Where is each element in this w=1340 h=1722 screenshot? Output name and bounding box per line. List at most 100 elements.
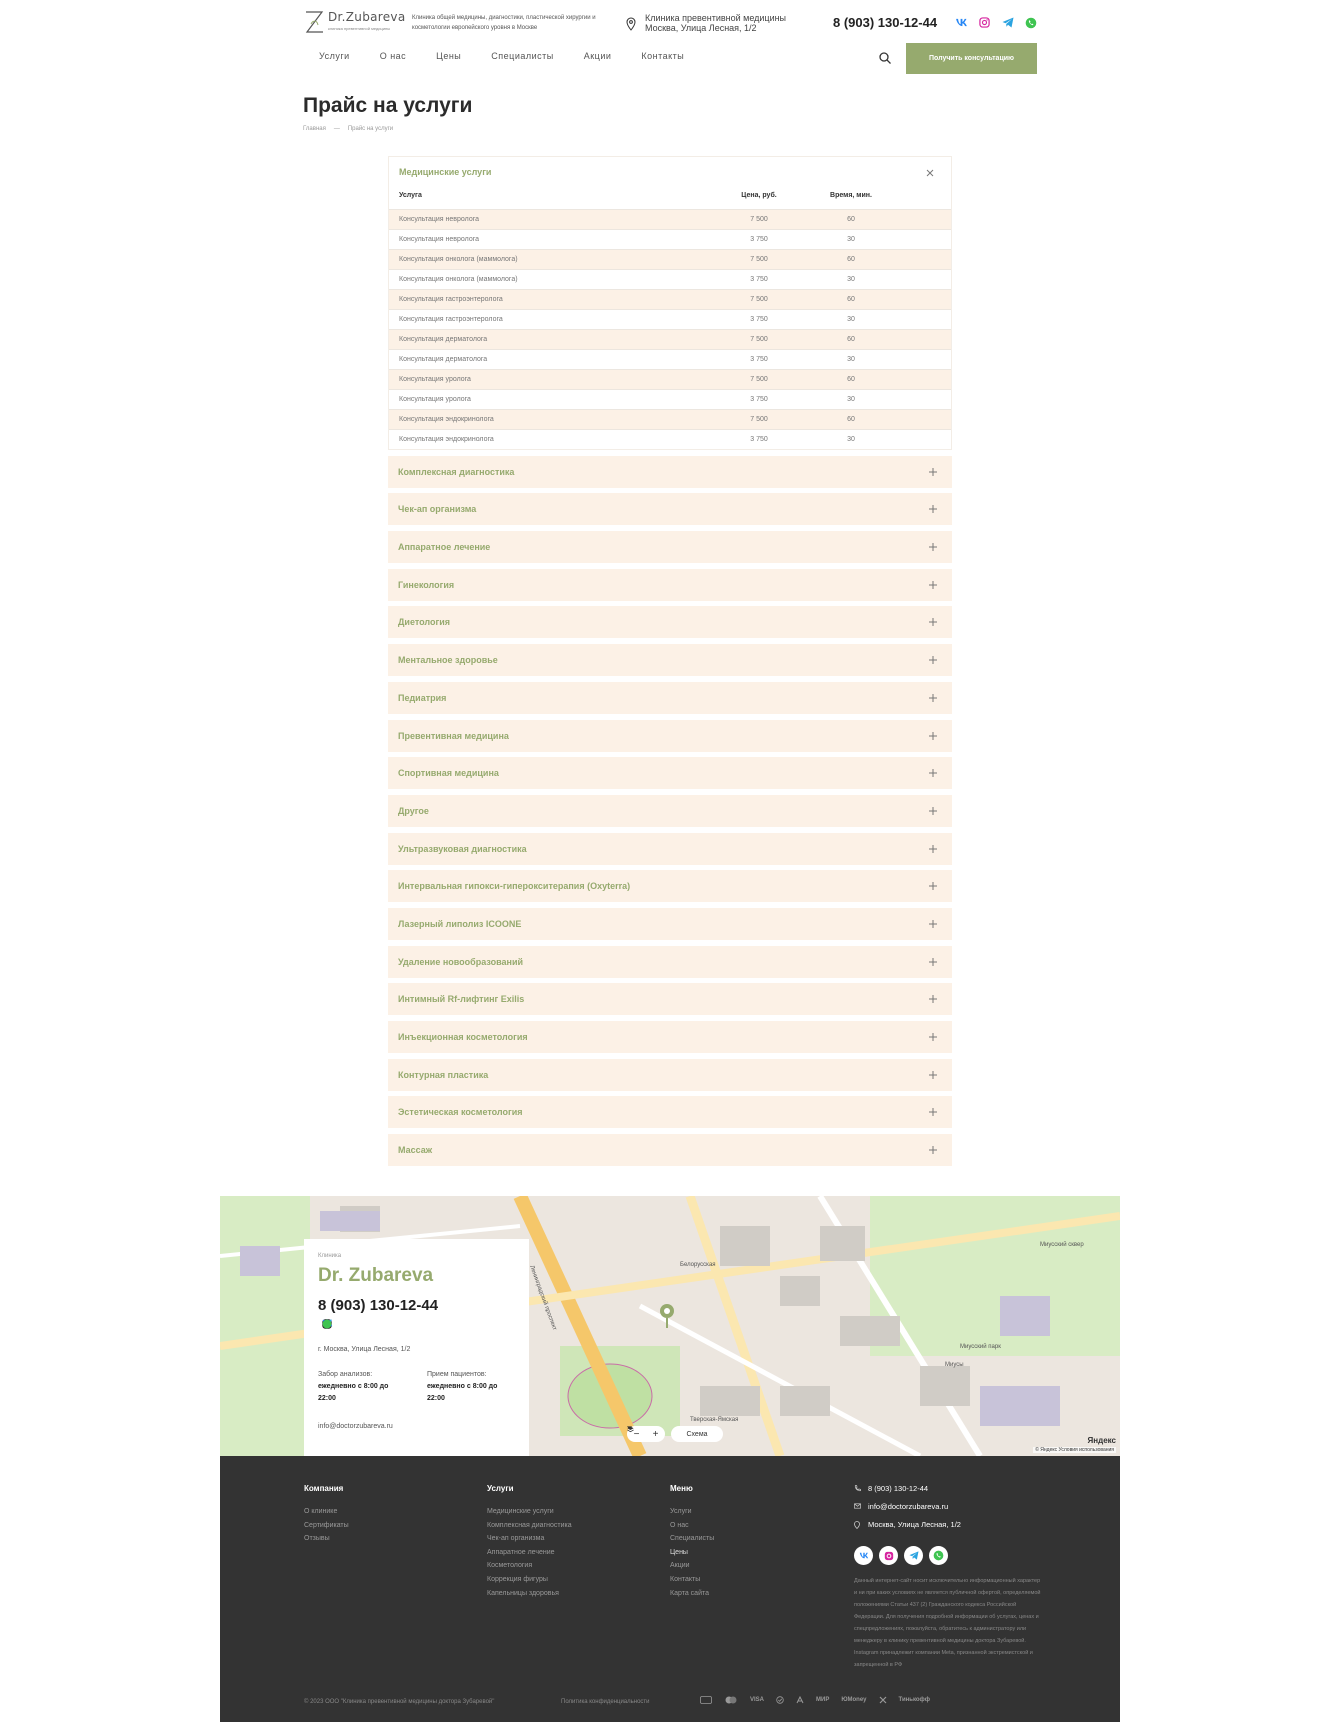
footer-phone-line[interactable]: 8 (903) 130-12-44 <box>854 1484 1044 1502</box>
accordion-section[interactable]: Лазерный липолиз ICOONE <box>388 907 952 940</box>
footer-link[interactable]: Медицинские услуги <box>487 1505 572 1519</box>
accordion-title: Эстетическая косметология <box>398 1107 523 1118</box>
accordion-section[interactable]: Массаж <box>388 1134 952 1167</box>
zoom-in-button[interactable]: + <box>653 1429 659 1440</box>
card-email[interactable]: info@doctorzubareva.ru <box>318 1423 393 1430</box>
plus-icon[interactable] <box>928 1032 938 1042</box>
plus-icon[interactable] <box>928 693 938 703</box>
vk-icon[interactable] <box>955 16 968 29</box>
privacy-policy-link[interactable]: Политика конфиденциальности <box>561 1699 650 1705</box>
footer-link[interactable]: Косметология <box>487 1559 572 1573</box>
accordion-section[interactable]: Другое <box>388 794 952 827</box>
footer-link[interactable]: Коррекция фигуры <box>487 1573 572 1587</box>
clinic-contact-card: Клиника Dr. Zubareva 8 (903) 130-12-44 г… <box>304 1239 529 1456</box>
plus-icon[interactable] <box>928 768 938 778</box>
accordion-section[interactable]: Ультразвуковая диагностика <box>388 832 952 865</box>
plus-icon[interactable] <box>928 580 938 590</box>
footer-link[interactable]: Комплексная диагностика <box>487 1519 572 1533</box>
plus-icon[interactable] <box>928 617 938 627</box>
logo[interactable]: Dr.Zubareva клиника превентивной медицин… <box>303 10 405 34</box>
card-phone[interactable]: 8 (903) 130-12-44 <box>318 1297 438 1314</box>
accordion-section[interactable]: Контурная пластика <box>388 1058 952 1091</box>
accordion-header[interactable]: Медицинские услуги <box>389 157 951 183</box>
whatsapp-icon[interactable] <box>929 1546 948 1565</box>
hours-value: ежедневно с 8:00 до 22:00 <box>318 1383 389 1402</box>
close-icon[interactable] <box>925 168 935 178</box>
map-layer-button[interactable]: Схема <box>627 1426 723 1442</box>
plus-icon[interactable] <box>928 467 938 477</box>
plus-icon[interactable] <box>928 806 938 816</box>
map-attribution[interactable]: © Яндекс Условия использования <box>1033 1447 1116 1453</box>
whatsapp-icon[interactable] <box>1024 16 1037 29</box>
footer-link[interactable]: Отзывы <box>304 1532 349 1546</box>
plus-icon[interactable] <box>928 542 938 552</box>
nav-item-promotions[interactable]: Акции <box>584 51 612 61</box>
location-map[interactable]: Белорусская Миусский сквер Миусы Миусски… <box>220 1196 1120 1456</box>
footer-link[interactable]: Услуги <box>670 1505 714 1519</box>
footer-link[interactable]: Аппаратное лечение <box>487 1546 572 1560</box>
nav-item-specialists[interactable]: Специалисты <box>491 51 553 61</box>
plus-icon[interactable] <box>928 919 938 929</box>
service-name: Консультация гастроэнтеролога <box>399 316 503 323</box>
accordion-section[interactable]: Педиатрия <box>388 681 952 714</box>
footer-link[interactable]: Сертификаты <box>304 1519 349 1533</box>
mir-label: МИР <box>816 1697 830 1703</box>
breadcrumb-home[interactable]: Главная <box>303 126 326 132</box>
accordion-section[interactable]: Интервальная гипокси-гиперокситерапия (O… <box>388 870 952 903</box>
footer-menu-column: Меню Услуги О нас Специалисты Цены Акции… <box>670 1484 714 1600</box>
accordion-section[interactable]: Аппаратное лечение <box>388 531 952 564</box>
plus-icon[interactable] <box>928 655 938 665</box>
plus-icon[interactable] <box>928 957 938 967</box>
telegram-icon[interactable] <box>1001 16 1014 29</box>
footer-link[interactable]: Капельницы здоровья <box>487 1587 572 1601</box>
nav-item-contacts[interactable]: Контакты <box>641 51 684 61</box>
telegram-icon[interactable] <box>904 1546 923 1565</box>
get-consultation-button[interactable]: Получить консультацию <box>906 43 1037 74</box>
footer-email-line[interactable]: info@doctorzubareva.ru <box>854 1502 1044 1520</box>
accordion-section[interactable]: Удаление новообразований <box>388 945 952 978</box>
footer-link[interactable]: Акции <box>670 1559 714 1573</box>
accordion-section[interactable]: Комплексная диагностика <box>388 455 952 488</box>
plus-icon[interactable] <box>928 881 938 891</box>
accordion-title: Чек-ап организма <box>398 504 477 515</box>
vk-icon[interactable] <box>854 1546 873 1565</box>
service-name: Консультация дерматолога <box>399 356 488 363</box>
mail-icon <box>854 1503 861 1509</box>
footer-link[interactable]: Контакты <box>670 1573 714 1587</box>
accordion-section[interactable]: Спортивная медицина <box>388 757 952 790</box>
plus-icon[interactable] <box>928 1070 938 1080</box>
plus-icon[interactable] <box>928 994 938 1004</box>
plus-icon[interactable] <box>928 1107 938 1117</box>
footer-link-active[interactable]: Цены <box>670 1546 714 1560</box>
accordion-section[interactable]: Гинекология <box>388 568 952 601</box>
accordion-section[interactable]: Диетология <box>388 606 952 639</box>
service-price: 3 750 <box>750 436 768 443</box>
header-phone[interactable]: 8 (903) 130-12-44 <box>833 15 937 30</box>
plus-icon[interactable] <box>928 504 938 514</box>
plus-icon[interactable] <box>928 731 938 741</box>
table-row: Консультация гастроэнтеролога 7 500 60 <box>389 289 951 309</box>
footer-link[interactable]: Карта сайта <box>670 1587 714 1601</box>
accordion-section[interactable]: Ментальное здоровье <box>388 644 952 677</box>
footer-link[interactable]: О клинике <box>304 1505 349 1519</box>
accordion-section[interactable]: Инъекционная косметология <box>388 1021 952 1053</box>
accordion-section[interactable]: Превентивная медицина <box>388 719 952 752</box>
nav-item-services[interactable]: Услуги <box>319 51 350 61</box>
search-icon[interactable] <box>878 51 892 65</box>
service-price: 3 750 <box>750 276 768 283</box>
accordion-section[interactable]: Интимный Rf-лифтинг Exilis <box>388 983 952 1016</box>
nav-item-about[interactable]: О нас <box>380 51 406 61</box>
map-provider-logo[interactable]: Яндекс <box>1088 1436 1116 1445</box>
instagram-icon[interactable] <box>978 16 991 29</box>
accordion-section[interactable]: Чек-ап организма <box>388 493 952 526</box>
plus-icon[interactable] <box>928 1145 938 1155</box>
accordion-section[interactable]: Эстетическая косметология <box>388 1096 952 1129</box>
footer-link[interactable]: Специалисты <box>670 1532 714 1546</box>
nav-item-prices[interactable]: Цены <box>436 51 461 61</box>
footer-link[interactable]: Чек-ап организма <box>487 1532 572 1546</box>
footer-link[interactable]: О нас <box>670 1519 714 1533</box>
plus-icon[interactable] <box>928 844 938 854</box>
service-price: 3 750 <box>750 236 768 243</box>
zoom-out-button[interactable]: − <box>634 1429 640 1440</box>
instagram-icon[interactable] <box>879 1546 898 1565</box>
